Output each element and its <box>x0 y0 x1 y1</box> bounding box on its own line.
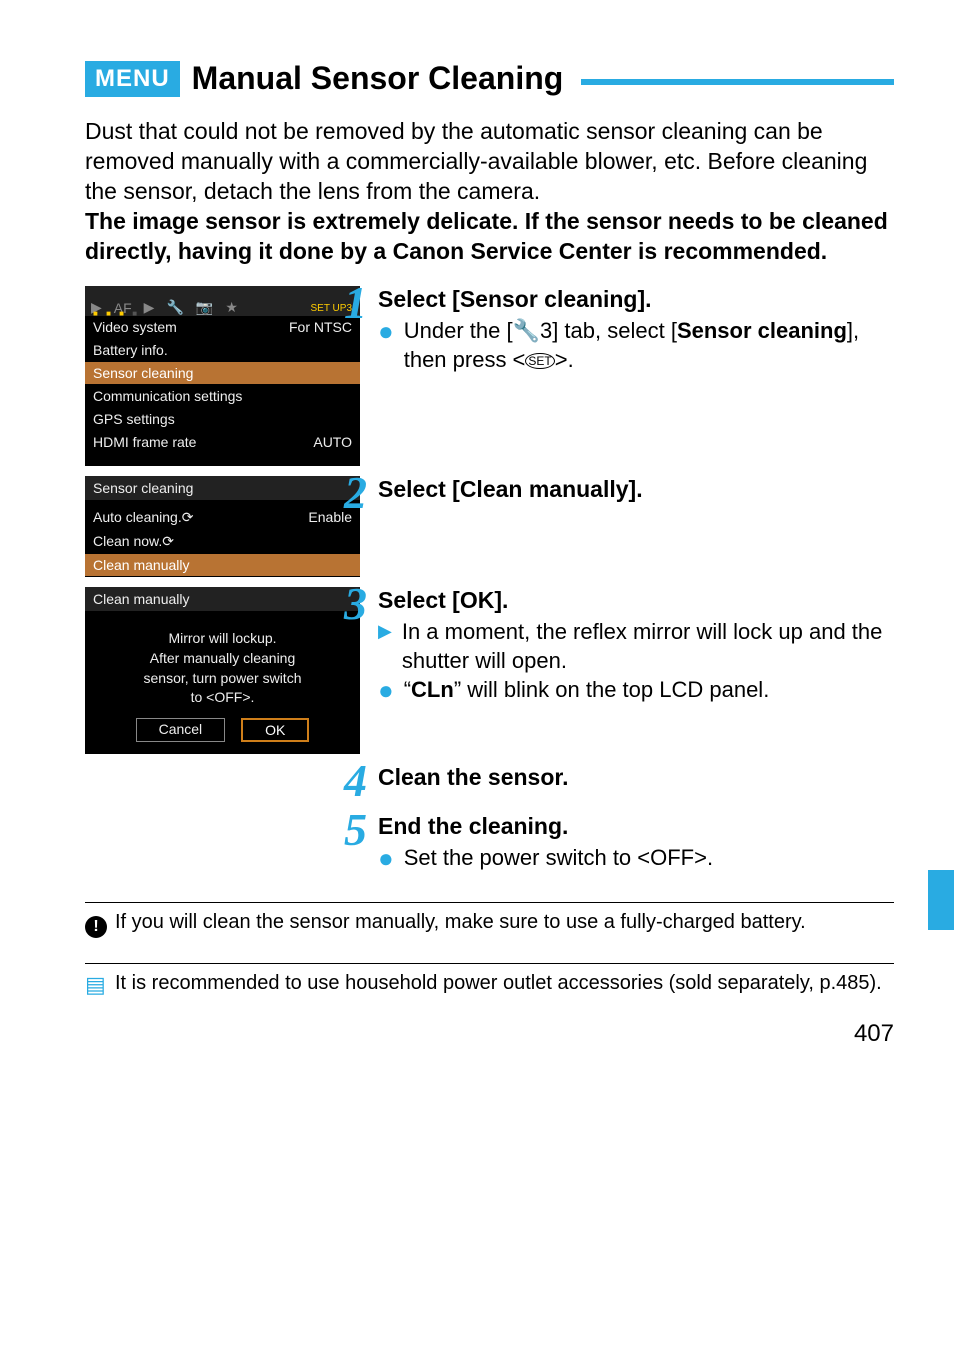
wrench-tab-icon: 🔧 <box>166 299 183 316</box>
step-number-4: 4 <box>344 754 367 807</box>
step-3-bullet-2: ● “CLn” will blink on the top LCD panel. <box>378 676 894 705</box>
menu-item: GPS settings <box>85 408 360 431</box>
step-5-bullet: ● Set the power switch to <OFF>. <box>378 844 894 873</box>
auto-clean-icon: .⟳ <box>178 509 194 525</box>
menu-item-highlight: Clean manually <box>85 554 360 577</box>
info-icon: ▤ <box>85 970 115 1000</box>
wrench-icon: 🔧 <box>513 318 540 343</box>
menu-item: Clean now.⟳ <box>85 530 360 554</box>
step-3-heading: Select [OK]. <box>378 587 894 614</box>
set-button-icon: SET <box>525 353 554 369</box>
screen-title: Sensor cleaning <box>85 476 360 500</box>
bullet-dot-icon: ● <box>378 317 394 374</box>
intro-p1: Dust that could not be removed by the au… <box>85 118 867 204</box>
intro-text: Dust that could not be removed by the au… <box>85 117 894 266</box>
page-title: Manual Sensor Cleaning <box>192 60 564 97</box>
info-note: ▤ It is recommended to use household pow… <box>85 963 894 1000</box>
step-3-bullet-1: ▶ In a moment, the reflex mirror will lo… <box>378 618 894 675</box>
menu-item-highlight: Sensor cleaning <box>85 362 360 385</box>
step-1-heading: Select [Sensor cleaning]. <box>378 286 894 313</box>
cfn-tab-icon: 📷 <box>196 299 213 316</box>
screen-sensor-cleaning: Sensor cleaning Auto cleaning.⟳Enable Cl… <box>85 476 360 577</box>
step-number-5: 5 <box>344 803 367 856</box>
dialog-body: Mirror will lockup. After manually clean… <box>85 611 360 717</box>
menu-item: Auto cleaning.⟳Enable <box>85 506 360 530</box>
title-rule <box>581 79 894 85</box>
bullet-dot-icon: ● <box>378 844 394 873</box>
page-number: 407 <box>85 1020 894 1048</box>
ok-button: OK <box>241 718 309 742</box>
page-dots: ■ ■ ■ ■ <box>93 309 140 318</box>
clean-now-icon: .⟳ <box>158 533 174 549</box>
step-number-1: 1 <box>344 276 367 329</box>
menu-item: Video systemFor NTSC <box>85 316 360 339</box>
screen-setup-menu: ▶ AF ▶ 🔧 📷 ★ ■ ■ ■ ■ SET UP3 Video syste… <box>85 286 360 466</box>
step-5-heading: End the cleaning. <box>378 813 894 840</box>
step-number-2: 2 <box>344 466 367 519</box>
screen-clean-manually: Clean manually Mirror will lockup. After… <box>85 587 360 753</box>
intro-p2: The image sensor is extremely delicate. … <box>85 208 888 264</box>
playback-tab-icon: ▶ <box>144 299 155 316</box>
step-4-heading: Clean the sensor. <box>378 764 894 791</box>
menu-item: Communication settings <box>85 385 360 408</box>
step-2-heading: Select [Clean manually]. <box>378 476 894 503</box>
cancel-button: Cancel <box>136 718 226 742</box>
bullet-dot-icon: ● <box>378 676 394 705</box>
menu-item: HDMI frame rateAUTO <box>85 431 360 454</box>
step-1-bullet: ● Under the [🔧3] tab, select [Sensor cle… <box>378 317 894 374</box>
star-tab-icon: ★ <box>225 299 238 316</box>
triangle-bullet-icon: ▶ <box>378 618 392 675</box>
page-heading: MENU Manual Sensor Cleaning <box>85 60 894 97</box>
step-number-3: 3 <box>344 577 367 630</box>
section-tab <box>928 870 954 930</box>
screen-title: Clean manually <box>85 587 360 611</box>
menu-item: Battery info. <box>85 339 360 362</box>
warning-note: ! If you will clean the sensor manually,… <box>85 902 894 939</box>
menu-badge: MENU <box>85 61 180 97</box>
warning-icon: ! <box>85 909 115 939</box>
